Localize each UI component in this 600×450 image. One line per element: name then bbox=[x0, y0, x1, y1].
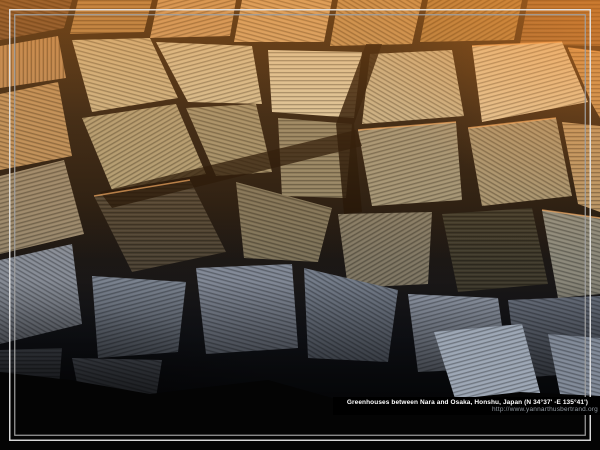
caption-url: http://www.yannarthusbertrand.org bbox=[347, 406, 598, 413]
aerial-photo bbox=[0, 0, 600, 450]
sunset-glow-overlay bbox=[300, 0, 600, 240]
wallpaper: Greenhouses between Nara and Osaka, Hons… bbox=[0, 0, 600, 450]
caption-title: Greenhouses between Nara and Osaka, Hons… bbox=[347, 399, 598, 406]
photo-caption: Greenhouses between Nara and Osaka, Hons… bbox=[333, 397, 600, 415]
